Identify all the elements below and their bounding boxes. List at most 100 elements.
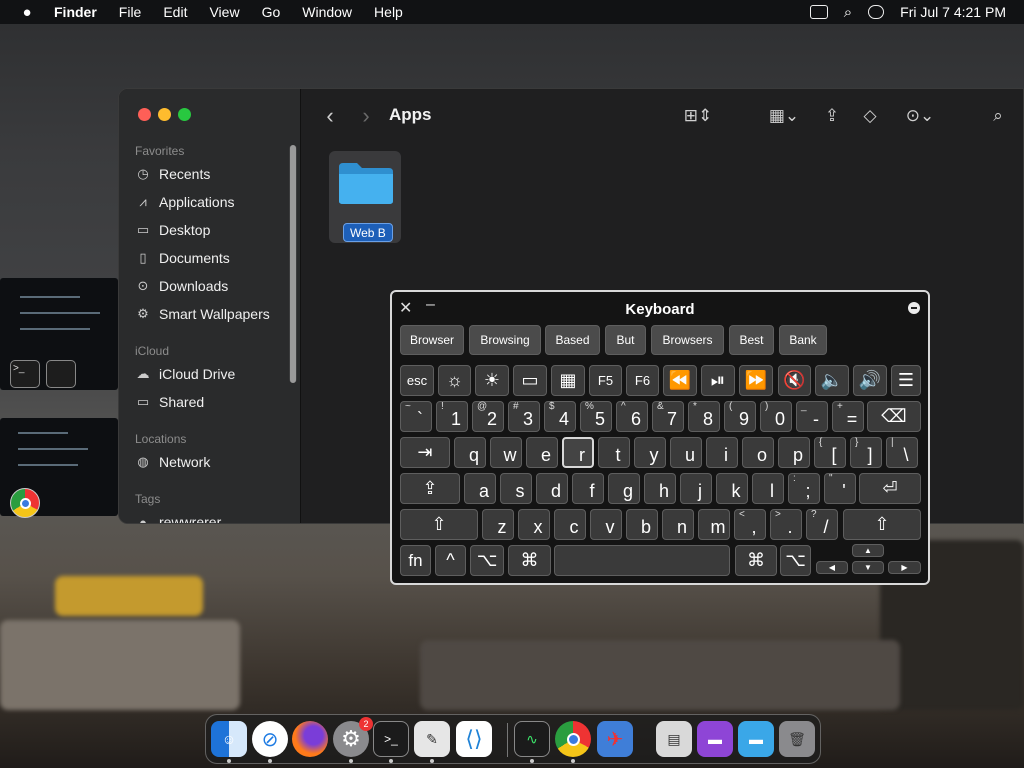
volume-down-icon[interactable]: 🔈	[815, 365, 849, 396]
caps-lock-icon[interactable]: ⇪	[400, 473, 460, 504]
key-row-a-0[interactable]: a	[464, 473, 496, 504]
sidebar-item-tag[interactable]: ● rewwrerer	[135, 511, 221, 523]
right-command-key[interactable]: ⌘	[735, 545, 777, 576]
key-row-q-5[interactable]: y	[634, 437, 666, 468]
rocket-typist-icon[interactable]: ✈	[597, 721, 633, 757]
menu-finder[interactable]: Finder	[54, 4, 109, 20]
key-row-z-3[interactable]: v	[590, 509, 622, 540]
key-row-q-4[interactable]: t	[598, 437, 630, 468]
firefox-icon[interactable]	[292, 721, 328, 757]
terminal-icon[interactable]: >_	[373, 721, 409, 757]
apps-folder-icon[interactable]: ▬	[738, 721, 774, 757]
sidebar-item-smart-wallpapers[interactable]: ⚙ Smart Wallpapers	[135, 303, 270, 325]
left-shift-icon[interactable]: ⇧	[400, 509, 478, 540]
key-number-row-3[interactable]: #3	[508, 401, 540, 432]
key-row-q-6[interactable]: u	[670, 437, 702, 468]
rewind-icon[interactable]: ⏪	[663, 365, 697, 396]
key-row-a-10[interactable]: " '	[824, 473, 856, 504]
spotlight-icon[interactable]: ⌕	[844, 4, 852, 21]
fn-key[interactable]: fn	[400, 545, 431, 576]
key-row-z-4[interactable]: b	[626, 509, 658, 540]
fast-forward-icon[interactable]: ⏩	[739, 365, 773, 396]
trash-icon[interactable]: 🗑	[779, 721, 815, 757]
suggestion-button[interactable]: Based	[545, 325, 600, 355]
key-number-row-5[interactable]: % 5	[580, 401, 612, 432]
sidebar-item-documents[interactable]: ▯ Documents	[135, 247, 229, 269]
option-key[interactable]: ⌥	[470, 545, 504, 576]
zoom-button[interactable]	[178, 108, 191, 121]
sidebar-item-network[interactable]: ◍ Network	[135, 451, 210, 473]
brightness-up-icon[interactable]: ☀	[475, 365, 509, 396]
key-number-row-12[interactable]: + =	[832, 401, 864, 432]
suggestion-button[interactable]: Best	[729, 325, 774, 355]
key-number-row-7[interactable]: & 7	[652, 401, 684, 432]
mute-icon[interactable]: 🔇	[778, 365, 811, 396]
system-settings-icon[interactable]: ⚙ 2	[333, 717, 373, 757]
key-number-row-4[interactable]: $4	[544, 401, 576, 432]
sidebar-item-recents[interactable]: ◷ Recents	[135, 163, 210, 185]
share-icon[interactable]: ⇪	[820, 103, 844, 129]
finder-icon[interactable]: ☺	[211, 721, 247, 757]
options-icon[interactable]	[908, 302, 920, 314]
apple-icon[interactable]: ●	[0, 4, 54, 21]
play-pause-icon[interactable]: ⏯	[701, 365, 735, 396]
menu-view[interactable]: View	[209, 4, 251, 20]
f6-key[interactable]: F6	[626, 365, 659, 396]
key-row-z-5[interactable]: n	[662, 509, 694, 540]
key-row-z-7[interactable]: <,	[734, 509, 766, 540]
key-row-a-1[interactable]: s	[500, 473, 532, 504]
icon-view-icon[interactable]: ⊞⇕	[678, 103, 718, 129]
vscode-icon[interactable]: ⟨⟩	[456, 721, 492, 757]
key-row-z-6[interactable]: m	[698, 509, 730, 540]
sidebar-item-desktop[interactable]: ▭ Desktop	[135, 219, 211, 241]
arrow-left-icon[interactable]: ◀	[816, 561, 848, 574]
key-row-a-2[interactable]: d	[536, 473, 568, 504]
key-row-a-9[interactable]: :;	[788, 473, 820, 504]
forward-icon[interactable]: ›	[356, 103, 376, 129]
suggestion-button[interactable]: Bank	[779, 325, 827, 355]
right-option-key[interactable]: ⌥	[780, 545, 811, 576]
arrow-right-icon[interactable]: ▶	[888, 561, 921, 574]
key-number-row-8[interactable]: * 8	[688, 401, 720, 432]
tab-icon[interactable]: ⇥	[400, 437, 450, 468]
key-row-q-2[interactable]: e	[526, 437, 558, 468]
sidebar-item-applications[interactable]: ⩘ Applications	[135, 191, 234, 213]
arrow-up-icon[interactable]: ▲	[852, 544, 884, 557]
sidebar-item-shared[interactable]: ▭ Shared	[135, 391, 204, 413]
key-row-q-9[interactable]: p	[778, 437, 810, 468]
menu-file[interactable]: File	[119, 4, 154, 20]
esc-key[interactable]: esc	[400, 365, 434, 396]
clock[interactable]: Fri Jul 7 4:21 PM	[900, 4, 1006, 20]
key-row-z-8[interactable]: >.	[770, 509, 802, 540]
right-shift-icon[interactable]: ⇧	[843, 509, 921, 540]
menu-list-icon[interactable]: ☰	[891, 365, 921, 396]
key-row-a-4[interactable]: g	[608, 473, 640, 504]
key-number-row-11[interactable]: _ -	[796, 401, 828, 432]
menu-help[interactable]: Help	[374, 4, 415, 20]
folder-label[interactable]: Web B	[343, 223, 393, 242]
files-icon[interactable]: ▤	[656, 721, 692, 757]
key-row-q-1[interactable]: w	[490, 437, 522, 468]
tag-icon[interactable]: ◇	[858, 103, 882, 129]
stage-manager-preview-2[interactable]	[0, 418, 118, 518]
script-editor-icon[interactable]: ✎	[414, 721, 450, 757]
key-number-row-1[interactable]: ! 1	[436, 401, 468, 432]
key-row-a-7[interactable]: k	[716, 473, 748, 504]
screen-mirroring-icon[interactable]	[809, 5, 828, 19]
key-number-row-0[interactable]: ~ `	[400, 401, 432, 432]
close-button[interactable]	[138, 108, 151, 121]
more-actions-icon[interactable]: ⊙⌄	[900, 103, 940, 129]
search-icon[interactable]: ⌕	[986, 103, 1010, 129]
brightness-down-icon[interactable]: ☼	[438, 365, 471, 396]
key-row-q-8[interactable]: o	[742, 437, 774, 468]
key-row-q-0[interactable]: q	[454, 437, 486, 468]
sidebar-scrollbar[interactable]	[289, 145, 297, 383]
menu-edit[interactable]: Edit	[163, 4, 199, 20]
key-row-q-10[interactable]: {[	[814, 437, 846, 468]
space-bar[interactable]	[554, 545, 730, 576]
control-center-icon[interactable]	[868, 5, 885, 19]
sidebar-scroll-thumb[interactable]	[290, 145, 296, 383]
menu-go[interactable]: Go	[262, 4, 293, 20]
key-row-q-11[interactable]: }]	[850, 437, 882, 468]
key-number-row-10[interactable]: ) 0	[760, 401, 792, 432]
